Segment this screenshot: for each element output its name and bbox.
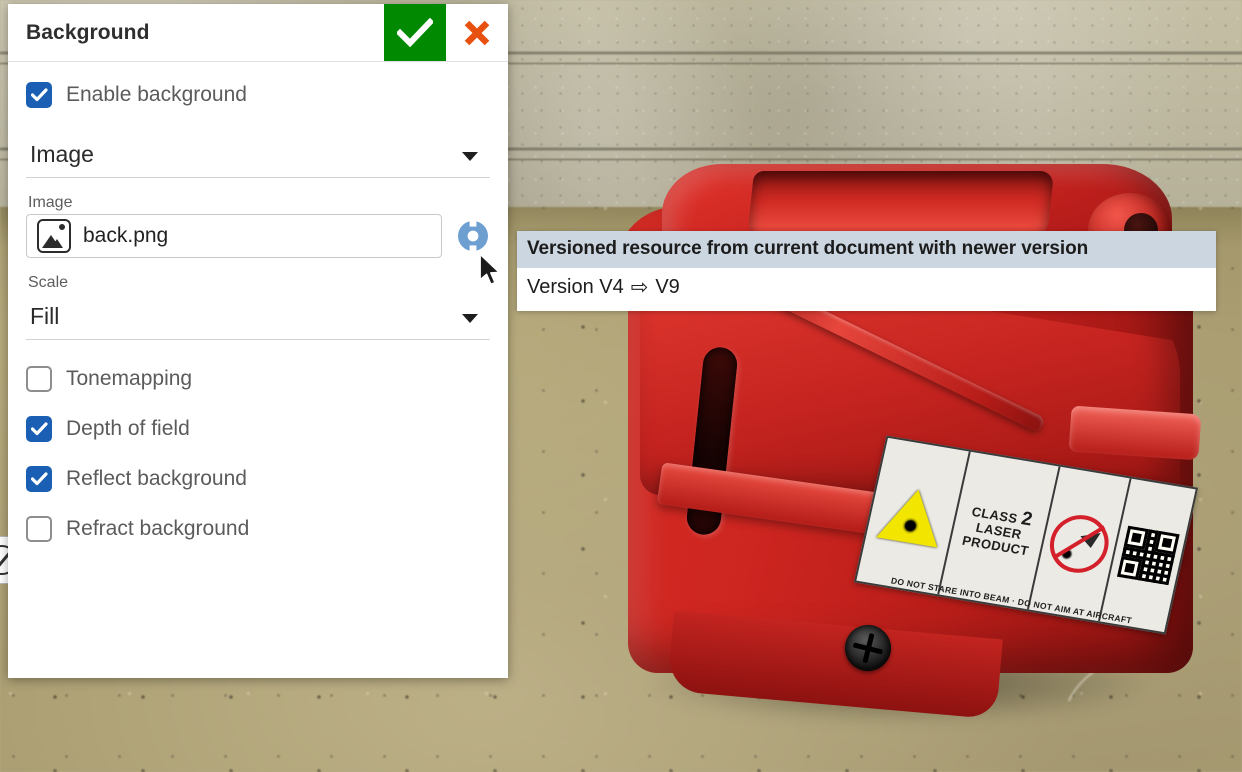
background-type-select[interactable]: Image [26, 132, 490, 178]
tonemapping-row[interactable]: Tonemapping [26, 366, 490, 392]
cancel-button[interactable] [446, 4, 508, 61]
beam-dot-icon [1060, 547, 1074, 561]
chevron-down-icon [462, 314, 478, 323]
close-icon [461, 17, 493, 49]
device-right-tab [1069, 406, 1202, 461]
check-icon [31, 422, 48, 436]
background-type-value: Image [26, 141, 94, 168]
scale-field-label: Scale [28, 274, 490, 292]
image-thumbnail-icon [37, 219, 71, 253]
screenshot-root: CLASS 2 LASER PRODUCT [0, 0, 1242, 772]
scale-value: Fill [26, 303, 59, 330]
check-icon [31, 88, 48, 102]
depth-of-field-checkbox[interactable] [26, 416, 52, 442]
image-path-input[interactable]: back.png [26, 214, 442, 258]
chevron-down-icon [462, 152, 478, 161]
image-file-row: back.png [26, 214, 490, 258]
refract-background-checkbox[interactable] [26, 516, 52, 542]
version-tooltip: Versioned resource from current document… [517, 231, 1216, 311]
tonemapping-label: Tonemapping [66, 367, 192, 391]
depth-of-field-label: Depth of field [66, 417, 190, 441]
reflect-background-checkbox[interactable] [26, 466, 52, 492]
no-aim-at-aircraft-icon [1044, 511, 1114, 577]
panel-header: Background [8, 4, 508, 62]
arrow-right-icon: ⇨ [631, 277, 649, 298]
enable-background-checkbox[interactable] [26, 82, 52, 108]
refract-background-label: Refract background [66, 517, 249, 541]
reflect-background-row[interactable]: Reflect background [26, 466, 490, 492]
enable-background-label: Enable background [66, 83, 247, 107]
enable-background-row[interactable]: Enable background [26, 82, 490, 108]
depth-of-field-row[interactable]: Depth of field [26, 416, 490, 442]
image-field-label: Image [28, 194, 490, 212]
aircraft-icon [1080, 525, 1104, 548]
panel-body: Enable background Image Image back.pn [8, 62, 508, 678]
tooltip-title: Versioned resource from current document… [517, 231, 1216, 268]
tooltip-body: Version V4 ⇨ V9 [517, 268, 1216, 311]
page-title: Background [8, 4, 384, 61]
tonemapping-checkbox[interactable] [26, 366, 52, 392]
qr-code-icon [1117, 526, 1180, 585]
reflect-background-label: Reflect background [66, 467, 247, 491]
tooltip-version-from: Version V4 [527, 276, 624, 299]
version-info-icon[interactable] [456, 219, 490, 253]
accept-button[interactable] [384, 4, 446, 61]
scale-select[interactable]: Fill [26, 294, 490, 340]
laser-hazard-triangle-icon [876, 485, 949, 548]
check-icon [31, 472, 48, 486]
tooltip-version-to: V9 [655, 276, 679, 299]
refract-background-row[interactable]: Refract background [26, 516, 490, 542]
background-settings-panel: Background Enable backgroun [8, 4, 508, 678]
image-file-name: back.png [83, 224, 168, 248]
